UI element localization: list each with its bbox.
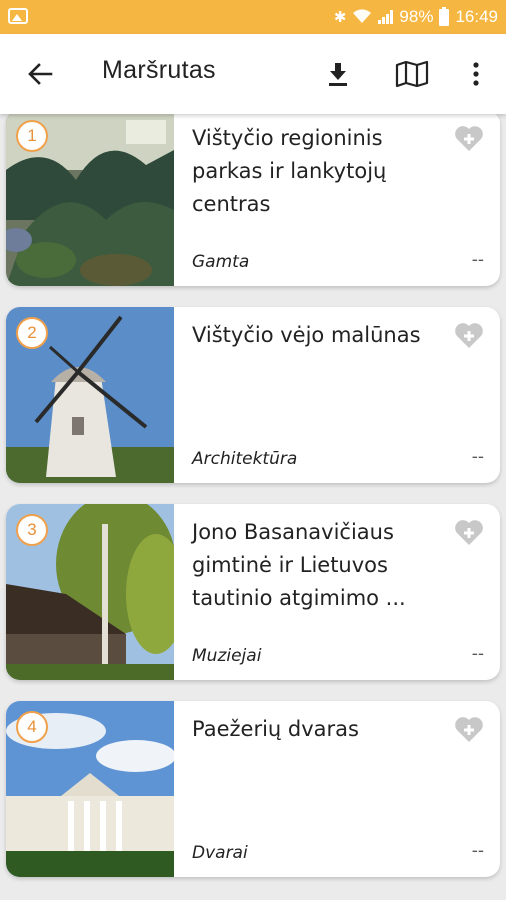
- list-item[interactable]: 3 Jono Basanavičiaus gimtinė ir Lietuvos…: [6, 504, 500, 680]
- item-number-badge: 4: [16, 711, 48, 743]
- item-title: Vištyčio vėjo malūnas: [192, 323, 421, 347]
- item-title: Vištyčio regioninis parkas ir lankytojų …: [192, 126, 387, 216]
- item-number-badge: 2: [16, 317, 48, 349]
- item-category: Architektūra: [192, 449, 298, 469]
- item-distance: --: [471, 841, 484, 861]
- more-options-button[interactable]: [456, 54, 496, 94]
- download-button[interactable]: [318, 54, 358, 94]
- item-title: Jono Basanavičiaus gimtinė ir Lietuvos t…: [192, 520, 406, 610]
- heart-plus-icon: [455, 126, 483, 151]
- list-item[interactable]: 4 Paežerių dvaras Dvarai --: [6, 701, 500, 877]
- item-distance: --: [471, 644, 484, 664]
- item-distance: --: [471, 447, 484, 467]
- app-bar: Maršrutas: [0, 34, 506, 114]
- page-title: Maršrutas: [102, 56, 216, 84]
- item-category: Gamta: [192, 252, 250, 272]
- favorite-button[interactable]: [454, 321, 484, 349]
- status-icons: ✱ 98% 16:49: [334, 0, 498, 34]
- clock: 16:49: [455, 7, 498, 26]
- gallery-notification-icon: [8, 8, 28, 24]
- back-button[interactable]: [20, 54, 60, 94]
- heart-plus-icon: [455, 520, 483, 545]
- favorite-button[interactable]: [454, 518, 484, 546]
- status-bar: ✱ 98% 16:49: [0, 0, 506, 34]
- heart-plus-icon: [455, 717, 483, 742]
- list-item[interactable]: 2 Vištyčio vėjo malūnas Architektūra --: [6, 307, 500, 483]
- favorite-button[interactable]: [454, 124, 484, 152]
- map-icon: [395, 61, 429, 87]
- heart-plus-icon: [455, 323, 483, 348]
- map-button[interactable]: [392, 54, 432, 94]
- signal-icon: [378, 10, 394, 24]
- item-category: Dvarai: [192, 843, 248, 863]
- wifi-icon: [352, 8, 372, 27]
- item-number-badge: 1: [16, 120, 48, 152]
- item-thumbnail: 1: [6, 110, 174, 286]
- item-thumbnail: 2: [6, 307, 174, 483]
- item-distance: --: [471, 250, 484, 270]
- list-item[interactable]: 1 Vištyčio regioninis parkas ir lankytoj…: [6, 110, 500, 286]
- download-icon: [329, 63, 347, 86]
- arrow-left-icon: [28, 63, 53, 85]
- item-number-badge: 3: [16, 514, 48, 546]
- bluetooth-icon: ✱: [333, 9, 347, 26]
- battery-icon: [439, 6, 450, 26]
- item-thumbnail: 4: [6, 701, 174, 877]
- item-title: Paežerių dvaras: [192, 717, 359, 741]
- favorite-button[interactable]: [454, 715, 484, 743]
- battery-percent: 98%: [399, 7, 434, 26]
- item-category: Muziejai: [192, 646, 262, 666]
- item-thumbnail: 3: [6, 504, 174, 680]
- more-vert-icon: [473, 62, 479, 86]
